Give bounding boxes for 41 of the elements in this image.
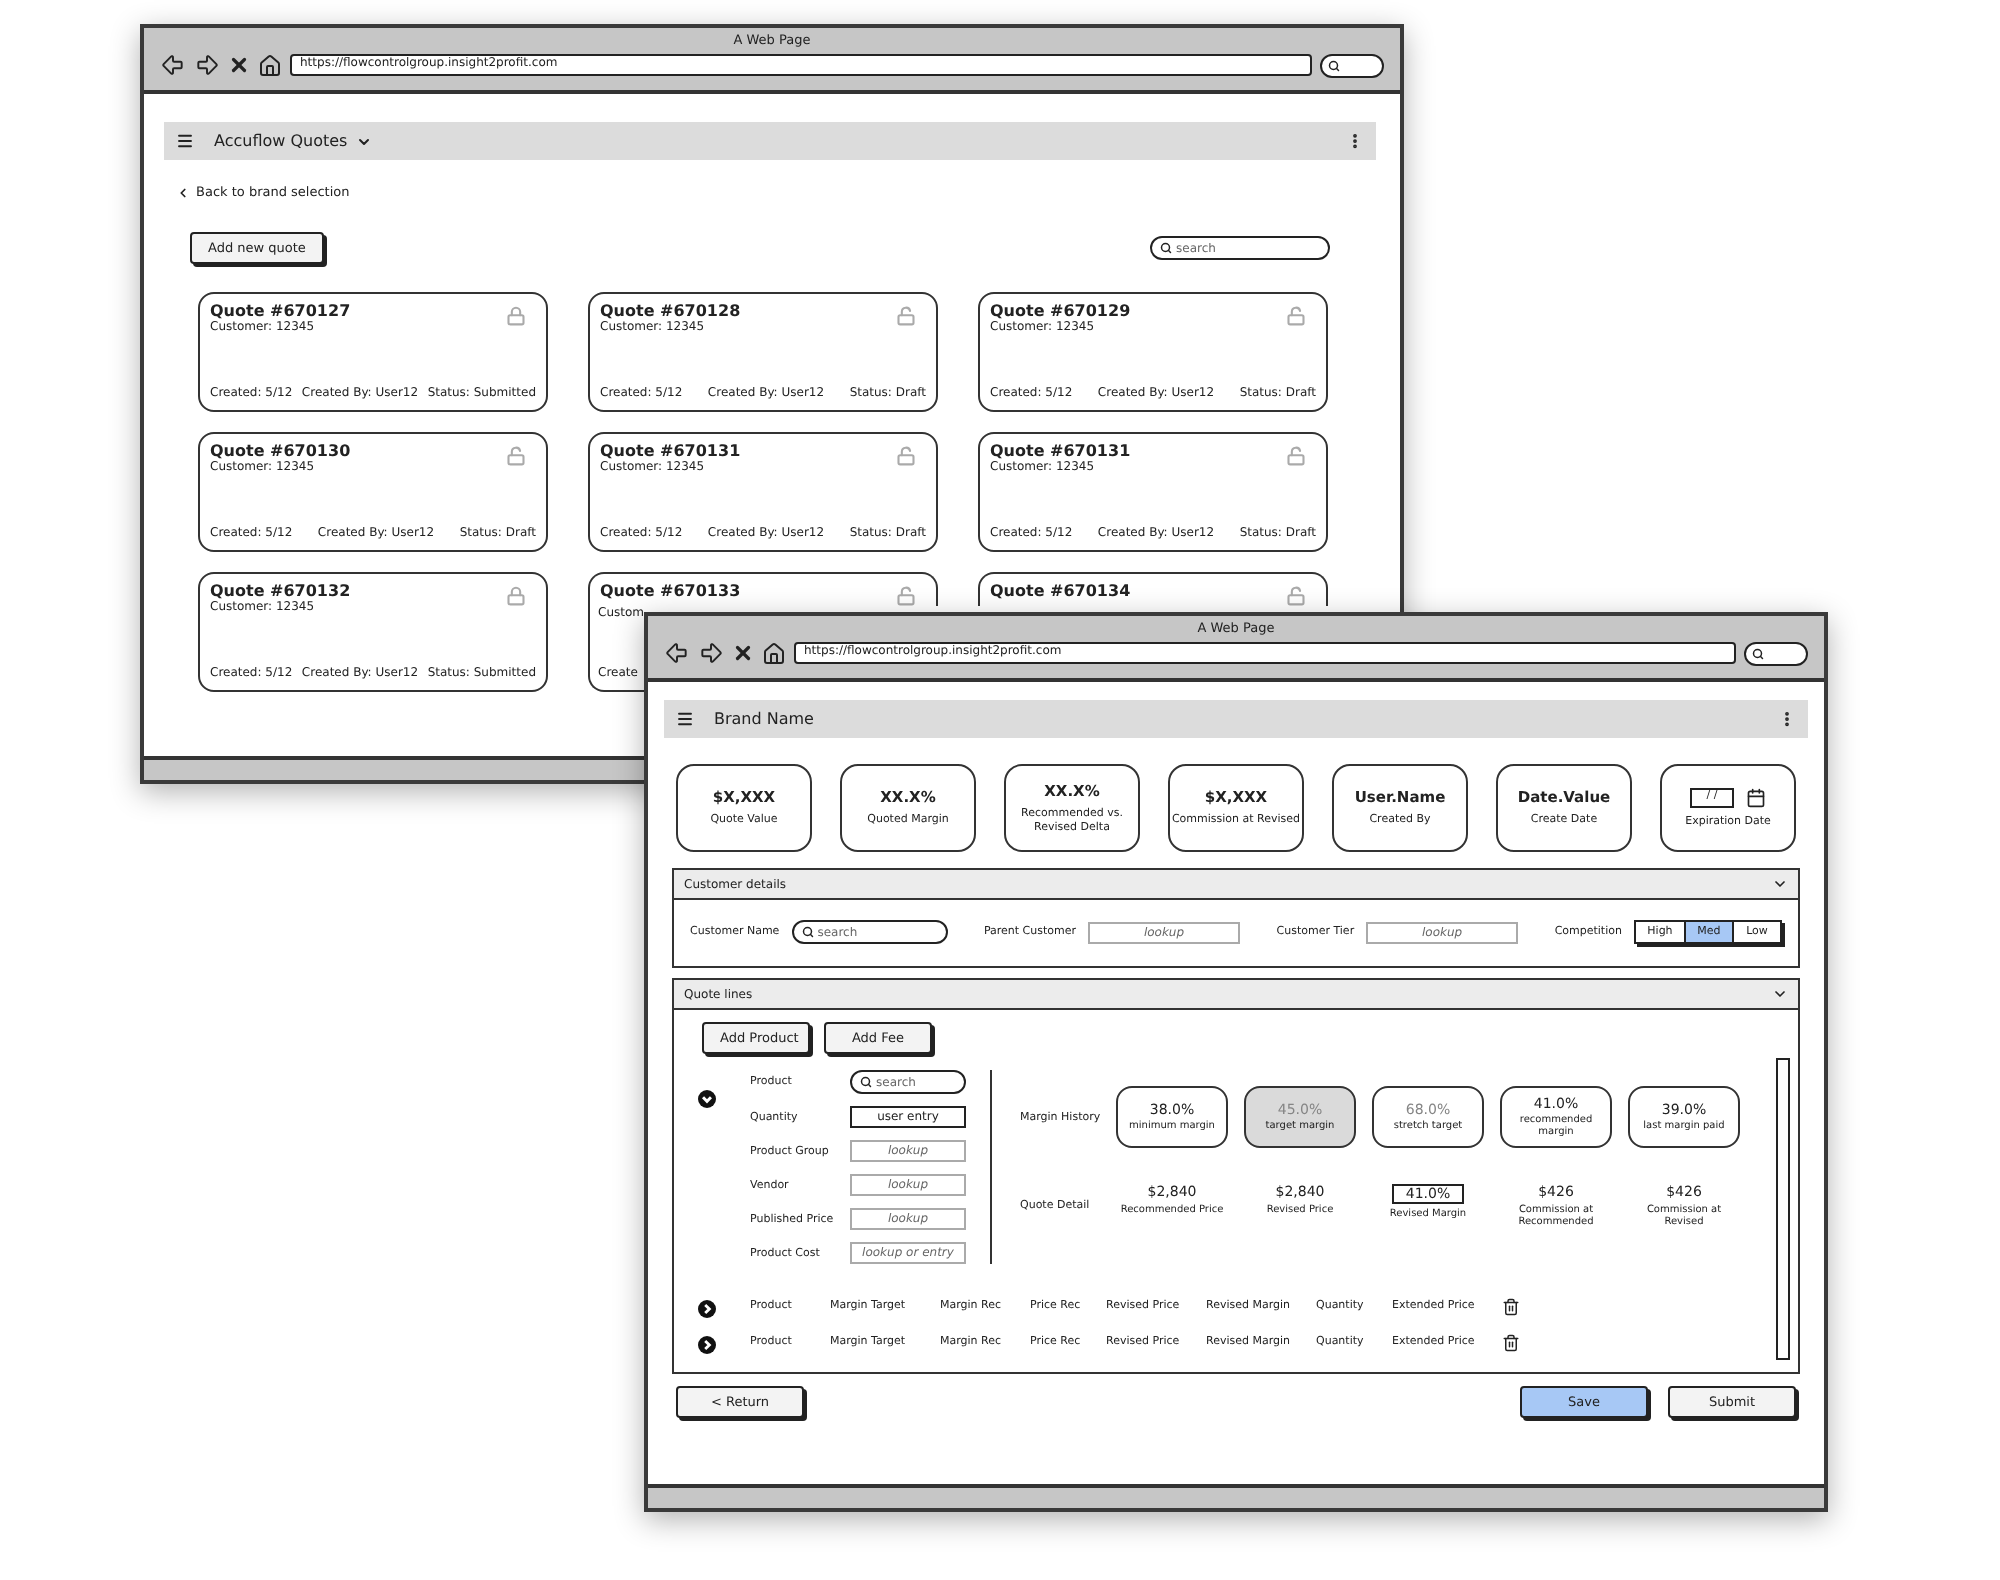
app-title[interactable]: Accuflow Quotes (214, 132, 348, 150)
quote-title: Quote #670134 (990, 582, 1133, 600)
app-title: Brand Name (714, 710, 814, 728)
expand-icon[interactable] (698, 1299, 716, 1317)
home-icon[interactable] (762, 641, 786, 665)
quote-title: Quote #670132 (210, 582, 353, 600)
search-icon (1328, 59, 1340, 71)
menu-icon[interactable] (176, 132, 194, 150)
scrollbar[interactable] (1776, 1058, 1790, 1360)
search-icon (801, 926, 814, 938)
quote-title: Quote #670131 (600, 442, 743, 460)
chevron-left-icon (176, 185, 190, 199)
quote-title: Quote #670133 (600, 582, 743, 600)
search-icon (860, 1076, 872, 1088)
back-icon[interactable] (160, 52, 186, 78)
expand-icon[interactable] (698, 1335, 716, 1353)
back-icon[interactable] (664, 640, 690, 666)
quote-title: Quote #670130 (210, 442, 353, 460)
search-icon (1752, 647, 1764, 659)
calendar-icon[interactable] (1746, 787, 1766, 807)
chevron-down-icon[interactable] (1772, 986, 1788, 1002)
quote-title: Quote #670127 (210, 302, 353, 320)
forward-icon[interactable] (698, 640, 724, 666)
quote-card[interactable]: Quote #670134 (978, 572, 1328, 606)
quote-title: Quote #670128 (600, 302, 743, 320)
caret-icon[interactable] (355, 133, 372, 149)
browser-search-field[interactable] (1744, 641, 1808, 665)
search-icon (1160, 242, 1172, 254)
home-icon[interactable] (258, 53, 282, 77)
menu-icon[interactable] (676, 710, 694, 728)
trash-icon[interactable] (1502, 1297, 1520, 1315)
browser-search-field[interactable] (1320, 53, 1384, 77)
close-icon[interactable] (732, 642, 754, 664)
quote-title: Quote #670129 (990, 302, 1133, 320)
close-icon[interactable] (228, 54, 250, 76)
collapse-icon[interactable] (698, 1090, 716, 1108)
quote-card[interactable]: Quote #670133 (588, 572, 938, 606)
quote-title: Quote #670131 (990, 442, 1133, 460)
forward-icon[interactable] (194, 52, 220, 78)
trash-icon[interactable] (1502, 1333, 1520, 1351)
chevron-down-icon[interactable] (1772, 876, 1788, 892)
